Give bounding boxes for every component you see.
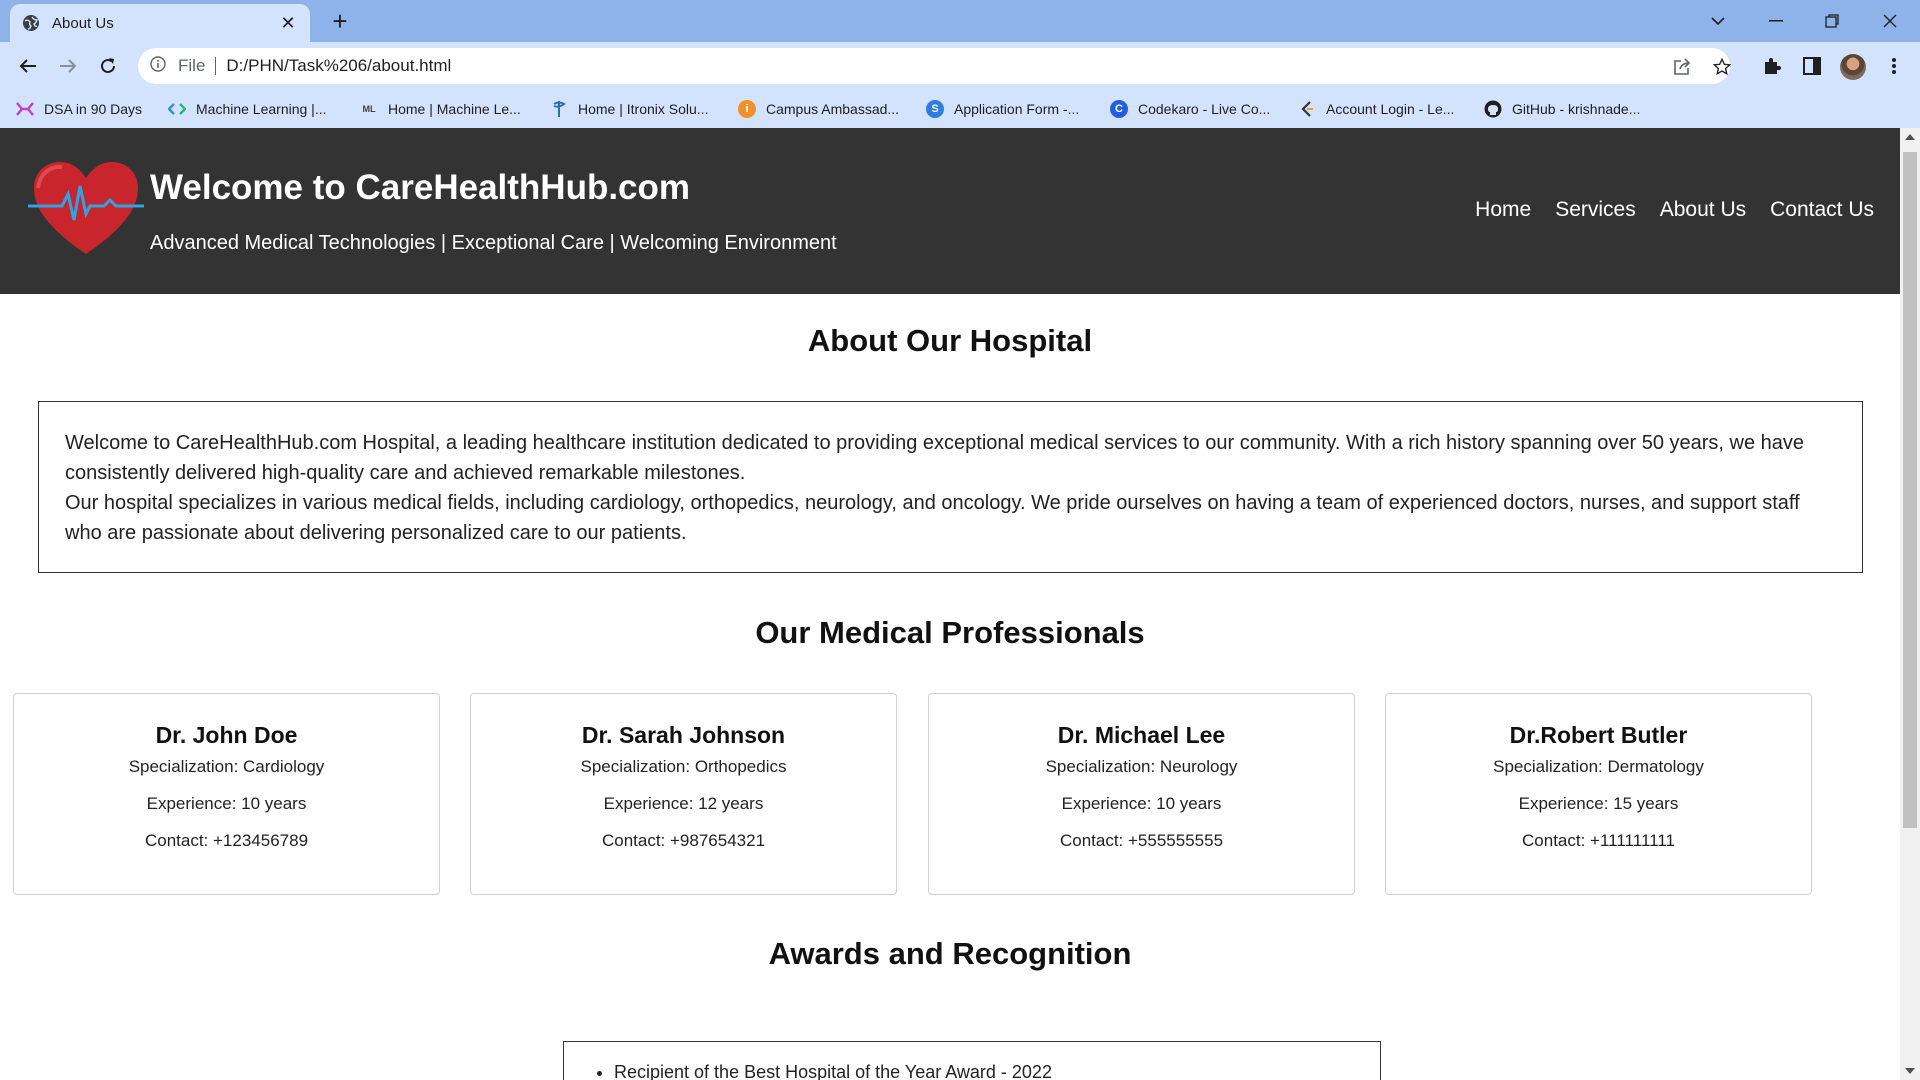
page-viewport: Welcome to CareHealthHub.com Advanced Me…: [0, 128, 1900, 1080]
scrollbar-thumb[interactable]: [1903, 152, 1917, 828]
doctor-contact: Contact: +555555555: [1059, 831, 1224, 850]
nav-contact-us[interactable]: Contact Us: [1770, 198, 1874, 222]
c-icon: C: [1110, 100, 1128, 118]
nav-home[interactable]: Home: [1475, 198, 1531, 222]
bookmark-star-icon[interactable]: [1712, 57, 1732, 77]
dsa-icon: [16, 100, 34, 118]
bookmark-item[interactable]: Account Login - Le...: [1298, 98, 1454, 120]
doctor-experience: Experience: 10 years: [1061, 794, 1222, 813]
browser-toolbar: File D:/PHN/Task%206/about.html: [0, 42, 1920, 90]
scroll-down-icon[interactable]: [1905, 1068, 1915, 1074]
doctor-card: Dr. John Doe Specialization: Cardiology …: [13, 693, 440, 895]
address-prefix: File: [178, 56, 206, 75]
info-icon[interactable]: [150, 55, 166, 77]
globe-icon: [22, 14, 40, 32]
scroll-up-icon[interactable]: [1905, 134, 1915, 140]
doctor-experience: Experience: 12 years: [603, 794, 764, 813]
menu-kebab-icon[interactable]: [1880, 52, 1908, 80]
reload-button[interactable]: [92, 50, 124, 82]
new-tab-button[interactable]: +: [326, 8, 354, 36]
main-nav: Home Services About Us Contact Us: [1475, 198, 1874, 222]
site-header: Welcome to CareHealthHub.com Advanced Me…: [0, 128, 1900, 294]
about-heading: About Our Hospital: [807, 323, 1093, 358]
side-panel-icon[interactable]: [1798, 52, 1826, 80]
doctor-name: Dr. John Doe: [155, 722, 298, 748]
doctor-card: Dr.Robert Butler Specialization: Dermato…: [1385, 693, 1812, 895]
bookmark-item[interactable]: Machine Learning |...: [168, 98, 327, 120]
doctor-card: Dr. Michael Lee Specialization: Neurolog…: [928, 693, 1355, 895]
doctor-name: Dr.Robert Butler: [1509, 722, 1688, 748]
tab-search-icon[interactable]: [1698, 6, 1738, 36]
bookmarks-bar: DSA in 90 Days Machine Learning |... ML …: [0, 90, 1920, 128]
doctor-cards: Dr. John Doe Specialization: Cardiology …: [13, 693, 1813, 895]
bookmark-item[interactable]: Home | Itronix Solu...: [550, 98, 708, 120]
github-icon: [1484, 100, 1502, 118]
leetcode-icon: [1298, 100, 1316, 118]
tab-about-us[interactable]: About Us ✕: [10, 4, 310, 42]
profile-avatar[interactable]: [1840, 54, 1866, 80]
page-scrollbar[interactable]: [1900, 128, 1920, 1080]
doctor-contact: Contact: +111111111: [1522, 831, 1675, 850]
doctor-contact: Contact: +123456789: [144, 831, 309, 850]
bookmark-item[interactable]: GitHub - krishnade...: [1484, 98, 1640, 120]
doctor-card: Dr. Sarah Johnson Specialization: Orthop…: [470, 693, 897, 895]
s-icon: S: [926, 100, 944, 118]
close-window-button[interactable]: [1870, 6, 1910, 36]
professionals-heading: Our Medical Professionals: [755, 615, 1145, 650]
minimize-button[interactable]: [1756, 6, 1796, 36]
bookmark-item[interactable]: DSA in 90 Days: [16, 98, 142, 120]
forward-button[interactable]: [52, 50, 84, 82]
tab-title: About Us: [52, 14, 114, 32]
address-separator: [215, 57, 217, 75]
ml-icon: ML: [362, 104, 376, 114]
about-text-box: Welcome to CareHealthHub.com Hospital, a…: [38, 401, 1863, 573]
doctor-name: Dr. Sarah Johnson: [581, 722, 786, 748]
share-icon[interactable]: [1672, 57, 1692, 77]
restore-button[interactable]: [1812, 6, 1852, 36]
nav-services[interactable]: Services: [1555, 198, 1636, 222]
bookmark-item[interactable]: i Campus Ambassad...: [738, 98, 899, 120]
doctor-specialization: Specialization: Dermatology: [1493, 757, 1704, 776]
itronix-icon: [550, 100, 568, 118]
bookmark-item[interactable]: S Application Form -...: [926, 98, 1079, 120]
doctor-name: Dr. Michael Lee: [1057, 722, 1226, 748]
doctor-experience: Experience: 10 years: [146, 794, 307, 813]
site-tagline: Advanced Medical Technologies | Exceptio…: [150, 232, 837, 254]
bookmark-item[interactable]: C Codekaro - Live Co...: [1110, 98, 1270, 120]
doctor-contact: Contact: +987654321: [601, 831, 766, 850]
extensions-icon[interactable]: [1758, 52, 1786, 80]
heart-pulse-logo-icon: [28, 162, 144, 254]
address-bar[interactable]: File D:/PHN/Task%206/about.html: [138, 48, 1730, 84]
doctor-specialization: Specialization: Orthopedics: [580, 757, 787, 776]
awards-list-box: Recipient of the Best Hospital of the Ye…: [563, 1041, 1381, 1080]
nav-about-us[interactable]: About Us: [1660, 198, 1746, 222]
about-paragraph-1: Welcome to CareHealthHub.com Hospital, a…: [65, 432, 1805, 484]
back-button[interactable]: [12, 50, 44, 82]
awards-heading: Awards and Recognition: [768, 936, 1132, 971]
doctor-specialization: Specialization: Cardiology: [128, 757, 325, 776]
award-item: Recipient of the Best Hospital of the Ye…: [614, 1062, 1360, 1080]
tab-strip: About Us ✕ +: [0, 0, 1920, 42]
code-icon: [168, 100, 186, 118]
about-paragraph-2: Our hospital specializes in various medi…: [65, 492, 1800, 544]
doctor-specialization: Specialization: Neurology: [1045, 757, 1238, 776]
site-title: Welcome to CareHealthHub.com: [150, 168, 691, 207]
tab-close-icon[interactable]: ✕: [278, 13, 298, 34]
bookmark-item[interactable]: ML Home | Machine Le...: [360, 98, 521, 120]
campus-icon: i: [738, 100, 756, 118]
doctor-experience: Experience: 15 years: [1518, 794, 1679, 813]
url-text[interactable]: D:/PHN/Task%206/about.html: [226, 56, 451, 76]
awards-list: Recipient of the Best Hospital of the Ye…: [614, 1062, 1360, 1080]
